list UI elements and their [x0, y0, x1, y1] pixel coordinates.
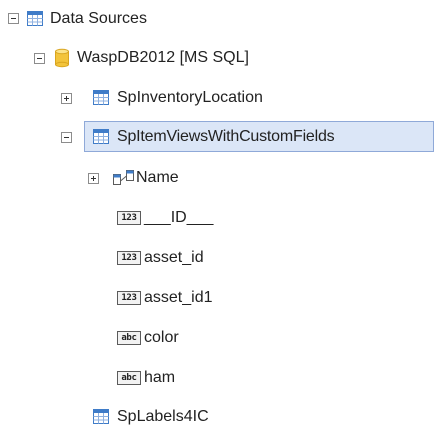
tree-node-field-relation[interactable]: Name	[0, 165, 434, 191]
tree-node-table[interactable]: SpInventoryLocation	[0, 85, 434, 111]
tree-node-label: asset_id	[144, 249, 204, 266]
relation-icon	[113, 170, 134, 185]
tree-node-label: Data Sources	[50, 10, 147, 27]
numeric-field-icon: 123	[117, 291, 141, 305]
collapse-toggle[interactable]	[61, 132, 72, 143]
tree-node-label: color	[144, 329, 179, 346]
tree-node-field[interactable]: 123 asset_id	[0, 245, 434, 271]
table-icon	[27, 11, 43, 26]
tree-node-label: SpInventoryLocation	[117, 89, 263, 106]
tree-node-data-sources[interactable]: Data Sources	[0, 6, 434, 32]
expand-toggle[interactable]	[61, 93, 72, 104]
collapse-toggle[interactable]	[34, 53, 45, 64]
tree-node-label: SpLabels4IC	[117, 408, 209, 425]
tree-node-label: Name	[136, 169, 179, 186]
numeric-field-icon: 123	[117, 251, 141, 265]
text-field-icon: abc	[117, 371, 141, 385]
tree-node-field[interactable]: 123 ___ID___	[0, 205, 434, 231]
collapse-toggle[interactable]	[8, 13, 19, 24]
tree-node-field[interactable]: 123 asset_id1	[0, 285, 434, 311]
numeric-field-icon: 123	[117, 211, 141, 225]
tree-node-field[interactable]: abc color	[0, 325, 434, 351]
tree-node-table-selected[interactable]: SpItemViewsWithCustomFields	[0, 121, 434, 152]
tree-node-label: WaspDB2012 [MS SQL]	[77, 49, 249, 66]
tree-node-label: asset_id1	[144, 289, 213, 306]
tree-node-table[interactable]: SpLabels4IC	[0, 404, 434, 430]
tree-node-label: SpItemViewsWithCustomFields	[117, 128, 335, 145]
table-icon	[93, 409, 109, 424]
tree-node-connection[interactable]: WaspDB2012 [MS SQL]	[0, 45, 434, 71]
database-icon	[55, 48, 69, 68]
expand-toggle[interactable]	[88, 173, 99, 184]
table-icon	[93, 129, 109, 144]
tree-node-label: ___ID___	[144, 209, 214, 226]
tree-node-field[interactable]: abc ham	[0, 365, 434, 391]
tree-node-label: ham	[144, 369, 176, 386]
text-field-icon: abc	[117, 331, 141, 345]
table-icon	[93, 90, 109, 105]
